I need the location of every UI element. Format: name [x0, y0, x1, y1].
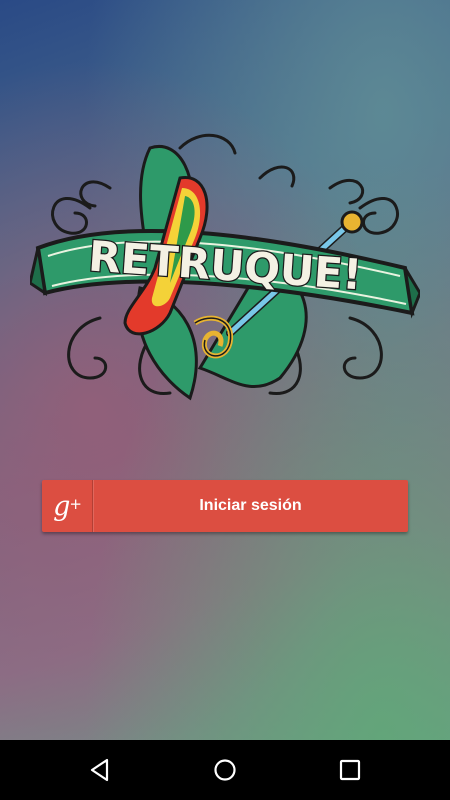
logo-title: RETRUQUE!: [87, 232, 364, 300]
google-plus-icon-plus: +: [69, 494, 82, 513]
back-triangle-icon: [90, 758, 109, 782]
google-signin-button[interactable]: g+ Iniciar sesión: [42, 480, 408, 532]
google-plus-icon: g+: [53, 490, 82, 522]
android-navigation-bar: [0, 740, 450, 800]
google-plus-icon-glyph: g: [53, 490, 70, 522]
home-circle-icon: [214, 759, 236, 781]
recents-button[interactable]: [320, 740, 380, 800]
back-button[interactable]: [70, 740, 130, 800]
home-button[interactable]: [195, 740, 255, 800]
google-plus-icon-box: g+: [42, 480, 93, 532]
app-screen: RETRUQUE! g+ Iniciar sesión: [0, 0, 450, 800]
signin-button-label: Iniciar sesión: [199, 497, 302, 514]
retruque-logo: RETRUQUE!: [30, 133, 420, 401]
recents-square-icon: [339, 759, 361, 781]
